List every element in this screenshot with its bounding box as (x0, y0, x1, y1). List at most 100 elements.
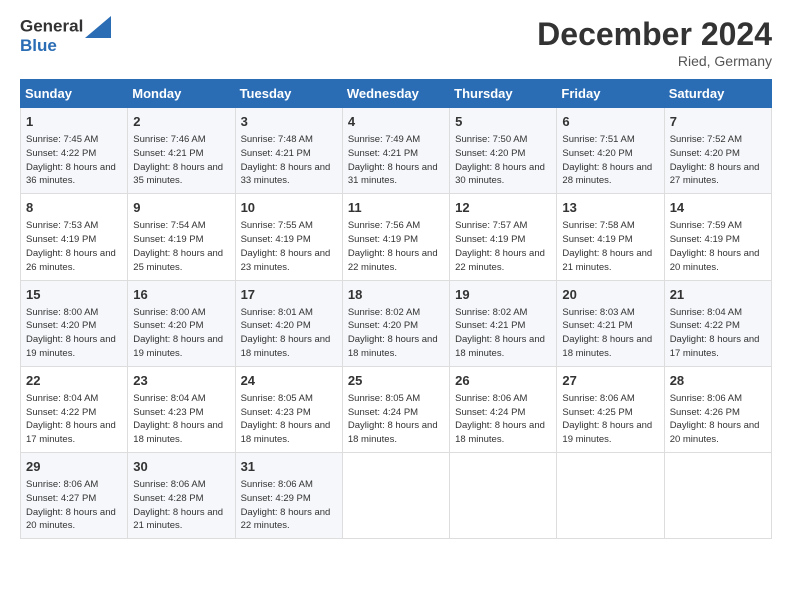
day-info: Sunrise: 8:04 AM Sunset: 4:23 PM Dayligh… (133, 392, 229, 447)
day-number: 20 (562, 286, 658, 304)
day-info: Sunrise: 7:49 AM Sunset: 4:21 PM Dayligh… (348, 133, 444, 188)
calendar-cell: 15 Sunrise: 8:00 AM Sunset: 4:20 PM Dayl… (21, 280, 128, 366)
day-of-week-thursday: Thursday (450, 80, 557, 108)
day-info: Sunrise: 8:06 AM Sunset: 4:29 PM Dayligh… (241, 478, 337, 533)
day-number: 30 (133, 458, 229, 476)
calendar-cell: 27 Sunrise: 8:06 AM Sunset: 4:25 PM Dayl… (557, 366, 664, 452)
day-number: 11 (348, 199, 444, 217)
day-info: Sunrise: 7:51 AM Sunset: 4:20 PM Dayligh… (562, 133, 658, 188)
day-number: 10 (241, 199, 337, 217)
day-number: 27 (562, 372, 658, 390)
calendar-cell: 31 Sunrise: 8:06 AM Sunset: 4:29 PM Dayl… (235, 453, 342, 539)
day-info: Sunrise: 8:01 AM Sunset: 4:20 PM Dayligh… (241, 306, 337, 361)
day-of-week-saturday: Saturday (664, 80, 771, 108)
calendar-cell: 19 Sunrise: 8:02 AM Sunset: 4:21 PM Dayl… (450, 280, 557, 366)
day-number: 4 (348, 113, 444, 131)
calendar-week-row: 29 Sunrise: 8:06 AM Sunset: 4:27 PM Dayl… (21, 453, 772, 539)
day-number: 18 (348, 286, 444, 304)
day-info: Sunrise: 7:53 AM Sunset: 4:19 PM Dayligh… (26, 219, 122, 274)
day-info: Sunrise: 8:06 AM Sunset: 4:28 PM Dayligh… (133, 478, 229, 533)
day-number: 13 (562, 199, 658, 217)
calendar-cell (342, 453, 449, 539)
day-info: Sunrise: 8:03 AM Sunset: 4:21 PM Dayligh… (562, 306, 658, 361)
calendar-cell: 25 Sunrise: 8:05 AM Sunset: 4:24 PM Dayl… (342, 366, 449, 452)
day-info: Sunrise: 8:02 AM Sunset: 4:21 PM Dayligh… (455, 306, 551, 361)
day-number: 7 (670, 113, 766, 131)
calendar-cell: 23 Sunrise: 8:04 AM Sunset: 4:23 PM Dayl… (128, 366, 235, 452)
day-number: 3 (241, 113, 337, 131)
calendar-cell: 28 Sunrise: 8:06 AM Sunset: 4:26 PM Dayl… (664, 366, 771, 452)
day-number: 9 (133, 199, 229, 217)
day-info: Sunrise: 8:04 AM Sunset: 4:22 PM Dayligh… (26, 392, 122, 447)
logo-icon (85, 16, 111, 38)
calendar-cell: 3 Sunrise: 7:48 AM Sunset: 4:21 PM Dayli… (235, 108, 342, 194)
location: Ried, Germany (537, 53, 772, 69)
calendar-cell: 22 Sunrise: 8:04 AM Sunset: 4:22 PM Dayl… (21, 366, 128, 452)
calendar-cell: 16 Sunrise: 8:00 AM Sunset: 4:20 PM Dayl… (128, 280, 235, 366)
calendar-cell (450, 453, 557, 539)
calendar-week-row: 1 Sunrise: 7:45 AM Sunset: 4:22 PM Dayli… (21, 108, 772, 194)
calendar-cell: 11 Sunrise: 7:56 AM Sunset: 4:19 PM Dayl… (342, 194, 449, 280)
day-number: 23 (133, 372, 229, 390)
day-number: 29 (26, 458, 122, 476)
day-of-week-monday: Monday (128, 80, 235, 108)
day-info: Sunrise: 7:48 AM Sunset: 4:21 PM Dayligh… (241, 133, 337, 188)
calendar-cell: 10 Sunrise: 7:55 AM Sunset: 4:19 PM Dayl… (235, 194, 342, 280)
day-info: Sunrise: 7:46 AM Sunset: 4:21 PM Dayligh… (133, 133, 229, 188)
title-area: December 2024 Ried, Germany (537, 16, 772, 69)
logo: General Blue (20, 16, 111, 56)
day-info: Sunrise: 8:06 AM Sunset: 4:24 PM Dayligh… (455, 392, 551, 447)
day-number: 2 (133, 113, 229, 131)
day-number: 22 (26, 372, 122, 390)
day-number: 17 (241, 286, 337, 304)
day-of-week-wednesday: Wednesday (342, 80, 449, 108)
day-number: 28 (670, 372, 766, 390)
calendar-cell (557, 453, 664, 539)
day-of-week-friday: Friday (557, 80, 664, 108)
calendar-cell: 8 Sunrise: 7:53 AM Sunset: 4:19 PM Dayli… (21, 194, 128, 280)
calendar-header-row: SundayMondayTuesdayWednesdayThursdayFrid… (21, 80, 772, 108)
day-number: 19 (455, 286, 551, 304)
day-info: Sunrise: 7:50 AM Sunset: 4:20 PM Dayligh… (455, 133, 551, 188)
calendar-cell: 6 Sunrise: 7:51 AM Sunset: 4:20 PM Dayli… (557, 108, 664, 194)
day-of-week-tuesday: Tuesday (235, 80, 342, 108)
calendar-cell: 21 Sunrise: 8:04 AM Sunset: 4:22 PM Dayl… (664, 280, 771, 366)
calendar-cell: 4 Sunrise: 7:49 AM Sunset: 4:21 PM Dayli… (342, 108, 449, 194)
calendar-cell: 30 Sunrise: 8:06 AM Sunset: 4:28 PM Dayl… (128, 453, 235, 539)
day-number: 25 (348, 372, 444, 390)
day-number: 14 (670, 199, 766, 217)
calendar-week-row: 15 Sunrise: 8:00 AM Sunset: 4:20 PM Dayl… (21, 280, 772, 366)
day-info: Sunrise: 8:04 AM Sunset: 4:22 PM Dayligh… (670, 306, 766, 361)
logo-text-line1: General (20, 16, 83, 35)
calendar-week-row: 22 Sunrise: 8:04 AM Sunset: 4:22 PM Dayl… (21, 366, 772, 452)
logo-text-line2: Blue (20, 36, 111, 56)
calendar-cell: 12 Sunrise: 7:57 AM Sunset: 4:19 PM Dayl… (450, 194, 557, 280)
day-number: 24 (241, 372, 337, 390)
day-number: 15 (26, 286, 122, 304)
day-number: 1 (26, 113, 122, 131)
day-number: 26 (455, 372, 551, 390)
day-info: Sunrise: 7:45 AM Sunset: 4:22 PM Dayligh… (26, 133, 122, 188)
day-info: Sunrise: 8:06 AM Sunset: 4:25 PM Dayligh… (562, 392, 658, 447)
calendar-cell: 2 Sunrise: 7:46 AM Sunset: 4:21 PM Dayli… (128, 108, 235, 194)
day-number: 8 (26, 199, 122, 217)
day-info: Sunrise: 7:55 AM Sunset: 4:19 PM Dayligh… (241, 219, 337, 274)
calendar-cell: 5 Sunrise: 7:50 AM Sunset: 4:20 PM Dayli… (450, 108, 557, 194)
day-info: Sunrise: 7:59 AM Sunset: 4:19 PM Dayligh… (670, 219, 766, 274)
calendar-cell: 18 Sunrise: 8:02 AM Sunset: 4:20 PM Dayl… (342, 280, 449, 366)
day-number: 12 (455, 199, 551, 217)
day-info: Sunrise: 8:00 AM Sunset: 4:20 PM Dayligh… (133, 306, 229, 361)
day-number: 6 (562, 113, 658, 131)
calendar-cell: 29 Sunrise: 8:06 AM Sunset: 4:27 PM Dayl… (21, 453, 128, 539)
calendar-cell: 17 Sunrise: 8:01 AM Sunset: 4:20 PM Dayl… (235, 280, 342, 366)
calendar-cell (664, 453, 771, 539)
day-info: Sunrise: 7:54 AM Sunset: 4:19 PM Dayligh… (133, 219, 229, 274)
calendar-cell: 26 Sunrise: 8:06 AM Sunset: 4:24 PM Dayl… (450, 366, 557, 452)
calendar-cell: 1 Sunrise: 7:45 AM Sunset: 4:22 PM Dayli… (21, 108, 128, 194)
calendar-cell: 7 Sunrise: 7:52 AM Sunset: 4:20 PM Dayli… (664, 108, 771, 194)
day-info: Sunrise: 8:00 AM Sunset: 4:20 PM Dayligh… (26, 306, 122, 361)
day-number: 31 (241, 458, 337, 476)
calendar-week-row: 8 Sunrise: 7:53 AM Sunset: 4:19 PM Dayli… (21, 194, 772, 280)
day-info: Sunrise: 7:57 AM Sunset: 4:19 PM Dayligh… (455, 219, 551, 274)
day-info: Sunrise: 8:06 AM Sunset: 4:26 PM Dayligh… (670, 392, 766, 447)
